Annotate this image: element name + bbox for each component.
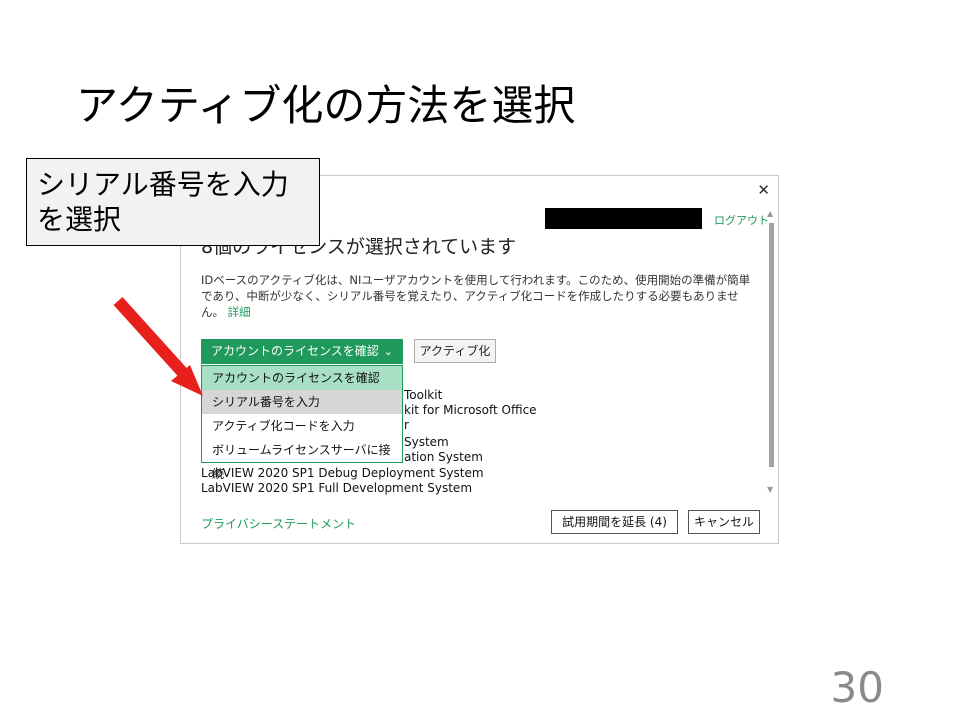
activation-method-select[interactable]: アカウントのライセンスを確認 ⌄ [201,339,403,364]
close-icon[interactable]: ✕ [757,180,770,200]
details-link[interactable]: 詳細 [228,305,251,319]
callout-box: シリアル番号を入力 を選択 [26,158,320,246]
option-volume-license-server[interactable]: ボリュームライセンスサーバに接続 [202,438,402,481]
option-enter-activation-code[interactable]: アクティブ化コードを入力 [202,414,402,438]
select-value: アカウントのライセンスを確認 [211,344,379,358]
redacted-account-name [545,208,702,229]
info-description: IDベースのアクティブ化は、NIユーザアカウントを使用して行われます。このため、… [201,273,751,319]
info-text: IDベースのアクティブ化は、NIユーザアカウントを使用して行われます。このため、… [201,272,761,320]
privacy-statement-link[interactable]: プライバシーステートメント [201,515,356,532]
activate-button[interactable]: アクティブ化 [414,339,496,363]
extend-trial-button[interactable]: 試用期間を延長 (4) [551,510,678,534]
product-item: kit for Microsoft Office [404,403,537,417]
page-number: 30 [830,663,884,712]
scroll-thumb[interactable] [769,223,774,467]
cancel-button[interactable]: キャンセル [688,510,760,534]
callout-line: を選択 [37,203,122,236]
product-item: ation System [404,450,483,464]
option-enter-serial[interactable]: シリアル番号を入力 [202,390,402,414]
scroll-down-icon[interactable]: ▼ [767,485,773,494]
product-item: Toolkit [404,388,443,402]
callout-line: シリアル番号を入力 [37,168,289,201]
slide-title: アクティブ化の方法を選択 [76,81,576,130]
product-item: LabVIEW 2020 SP1 Full Development System [201,481,473,495]
scrollbar[interactable]: ▲ ▼ [767,209,776,499]
product-item: System [404,435,449,449]
chevron-down-icon: ⌄ [383,345,393,358]
option-check-account[interactable]: アカウントのライセンスを確認 [202,366,402,390]
product-item: LabVIEW 2020 SP1 Debug Deployment System [201,466,484,480]
product-item: r [404,418,409,432]
activation-method-dropdown: アカウントのライセンスを確認 シリアル番号を入力 アクティブ化コードを入力 ボリ… [201,365,403,481]
scroll-up-icon[interactable]: ▲ [767,209,773,218]
logout-link[interactable]: ログアウト [714,212,769,228]
